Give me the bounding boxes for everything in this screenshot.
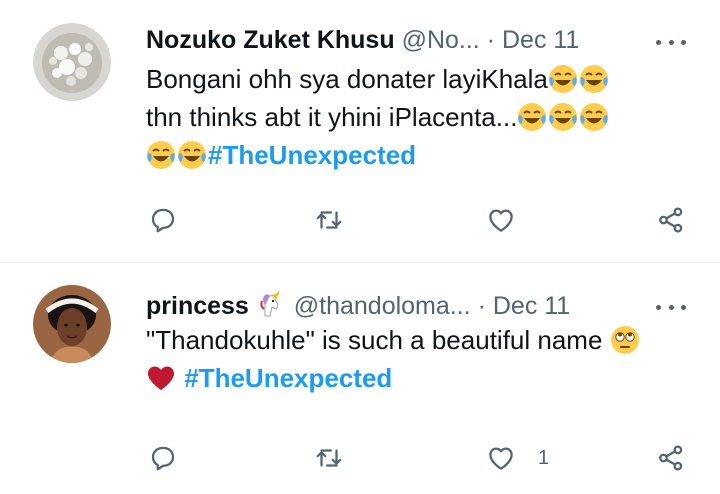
timestamp[interactable]: Dec 11 <box>502 26 579 54</box>
separator-dot: · <box>486 26 496 54</box>
like-button[interactable] <box>486 205 538 235</box>
joy-emoji <box>178 141 206 169</box>
share-icon <box>659 207 683 233</box>
retweet-button[interactable] <box>314 205 344 235</box>
more-options-icon[interactable] <box>656 32 686 52</box>
timestamp[interactable]: Dec 11 <box>493 292 570 320</box>
retweet-icon <box>316 211 342 229</box>
tweet-text-line: Bongani ohh sya donater layiKhala <box>146 64 548 94</box>
unicorn-emoji <box>260 290 280 317</box>
share-button[interactable] <box>656 205 686 235</box>
display-name[interactable]: princess <box>146 292 249 320</box>
share-button[interactable] <box>656 443 686 473</box>
joy-emoji <box>518 103 547 131</box>
reply-button[interactable] <box>148 443 178 473</box>
tweet-actions: 1 <box>146 443 690 473</box>
joy-emoji <box>549 103 578 131</box>
tweet-text-line: "Thandokuhle" is such a beautiful name <box>146 325 603 355</box>
reply-icon <box>151 208 175 233</box>
tweet-card-1[interactable]: Nozuko Zuket Khusu @No... · Dec 11 Bonga… <box>0 0 720 262</box>
reply-icon <box>151 446 175 471</box>
reply-button[interactable] <box>148 205 178 235</box>
username-handle[interactable]: @No... <box>402 26 480 54</box>
hashtag-link[interactable]: #TheUnexpected <box>208 140 416 170</box>
joy-emoji <box>579 65 608 93</box>
tweet-card-2[interactable]: princess @thandoloma... · Dec 11 "Thando… <box>0 263 720 494</box>
like-button[interactable]: 1 <box>486 443 549 473</box>
heart-icon <box>489 209 513 232</box>
joy-emoji <box>580 103 609 131</box>
retweet-icon <box>316 449 342 467</box>
avatar-image <box>33 23 111 101</box>
retweet-button[interactable] <box>314 443 344 473</box>
tweet-text-line: thn thinks abt it yhini iPlacenta... <box>146 102 518 132</box>
more-options-icon[interactable] <box>656 297 686 317</box>
avatar[interactable] <box>33 23 111 101</box>
tweet-header: Nozuko Zuket Khusu @No... · Dec 11 <box>146 25 579 55</box>
tweet-text: Bongani ohh sya donater layiKhala thn th… <box>146 60 686 174</box>
like-count: 1 <box>538 446 550 469</box>
heart-icon <box>489 447 513 470</box>
tweet-header: princess @thandoloma... · Dec 11 <box>146 289 570 321</box>
avatar[interactable] <box>33 285 111 363</box>
separator-dot: · <box>477 292 486 320</box>
tweet-actions <box>146 205 690 235</box>
hashtag-link[interactable]: #TheUnexpected <box>184 363 392 393</box>
rolling-eyes-emoji <box>610 326 639 354</box>
red-heart-emoji <box>148 366 174 390</box>
display-name[interactable]: Nozuko Zuket Khusu <box>146 26 395 54</box>
username-handle[interactable]: @thandoloma... <box>294 292 471 320</box>
share-icon <box>659 445 683 471</box>
avatar-image <box>33 285 111 363</box>
joy-emoji <box>548 65 577 93</box>
tweet-text: "Thandokuhle" is such a beautiful name #… <box>146 321 686 397</box>
joy-emoji <box>147 141 175 169</box>
